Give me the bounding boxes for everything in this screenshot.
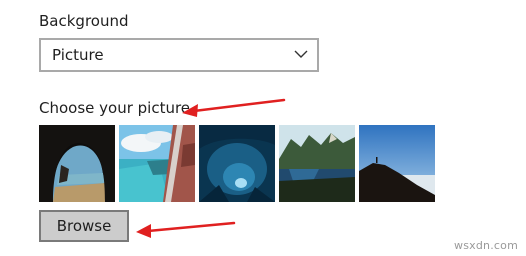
thumbnail-tropical-beach[interactable] xyxy=(119,125,195,202)
chevron-down-icon xyxy=(294,50,308,58)
background-dropdown-value: Picture xyxy=(52,46,104,64)
annotation-arrow-icon xyxy=(136,221,236,238)
thumbnail-mountain-lake[interactable] xyxy=(279,125,355,202)
choose-picture-label: Choose your picture xyxy=(39,99,191,117)
thumbnail-cave-beach[interactable] xyxy=(39,125,115,202)
thumbnail-ice-cave[interactable] xyxy=(199,125,275,202)
browse-button[interactable]: Browse xyxy=(39,210,129,242)
background-label: Background xyxy=(39,12,129,30)
watermark: wsxdn.com xyxy=(454,239,518,252)
background-dropdown[interactable]: Picture xyxy=(39,38,319,72)
thumbnail-cliff-sky[interactable] xyxy=(359,125,435,202)
annotation-arrow-icon xyxy=(182,98,286,117)
